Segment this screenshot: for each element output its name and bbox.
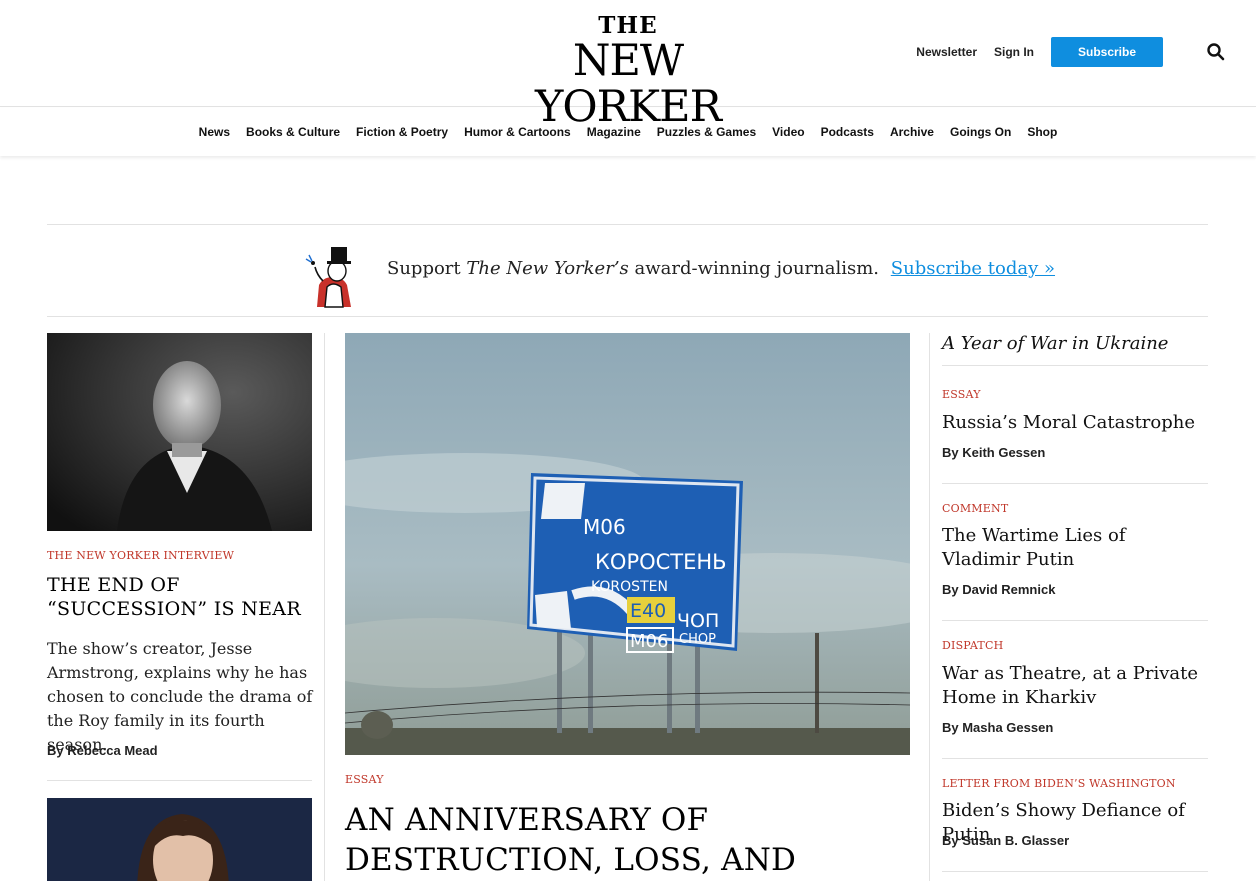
nav-books-culture[interactable]: Books & Culture (246, 125, 340, 139)
subscription-promo: Support The New Yorker’s award-winning j… (47, 224, 1208, 317)
svg-text:CHOP: CHOP (679, 632, 716, 647)
nav-podcasts[interactable]: Podcasts (821, 125, 874, 139)
promo-text: Support The New Yorker’s award-winning j… (387, 258, 1055, 279)
nav-video[interactable]: Video (772, 125, 804, 139)
site-header: THE NEW YORKER Newsletter Sign In Subscr… (0, 0, 1256, 130)
subscribe-today-link[interactable]: Subscribe today » (891, 258, 1055, 279)
header-links: Newsletter Sign In Subscribe (916, 37, 1163, 67)
divider (942, 365, 1208, 366)
divider (942, 483, 1208, 484)
svg-text:М06: М06 (583, 515, 626, 539)
newsletter-link[interactable]: Newsletter (916, 45, 977, 59)
jesse-armstrong-photo[interactable] (47, 333, 312, 531)
nav-goings-on[interactable]: Goings On (950, 125, 1011, 139)
divider (47, 780, 312, 781)
story-headline[interactable]: War as Theatre, at a Private Home in Kha… (942, 662, 1208, 710)
nav-shop[interactable]: Shop (1027, 125, 1057, 139)
story-byline[interactable]: By Keith Gessen (942, 445, 1045, 460)
subscribe-button[interactable]: Subscribe (1051, 37, 1163, 67)
main-nav: News Books & Culture Fiction & Poetry Hu… (0, 108, 1256, 156)
story-headline[interactable]: The End of “Succession” Is Near (47, 573, 312, 621)
story-dek: The show’s creator, Jesse Armstrong, exp… (47, 639, 313, 754)
story-rubric[interactable]: Comment (942, 502, 1008, 515)
column-divider (929, 333, 930, 881)
nav-puzzles-games[interactable]: Puzzles & Games (657, 125, 756, 139)
promo-publication: The New Yorker’s (466, 258, 629, 279)
woman-portrait-photo[interactable] (47, 798, 312, 881)
story-byline[interactable]: By David Remnick (942, 582, 1055, 597)
feature-rubric[interactable]: Essay (345, 773, 384, 786)
divider (942, 620, 1208, 621)
nav-news[interactable]: News (199, 125, 230, 139)
divider (942, 871, 1208, 872)
nav-magazine[interactable]: Magazine (587, 125, 641, 139)
nav-archive[interactable]: Archive (890, 125, 934, 139)
story-headline[interactable]: The Wartime Lies of Vladimir Putin (942, 524, 1208, 572)
story-rubric[interactable]: Letter from Biden’s Washington (942, 777, 1176, 790)
ukraine-road-sign-photo[interactable]: М06 КОРОСТЕНЬ KOROSTEN E40 ЧОП CHOP М06 (345, 333, 910, 755)
story-rubric[interactable]: Essay (942, 388, 981, 401)
svg-text:КОРОСТЕНЬ: КОРОСТЕНЬ (595, 550, 727, 574)
story-byline[interactable]: By Susan B. Glasser (942, 833, 1069, 848)
nav-humor-cartoons[interactable]: Humor & Cartoons (464, 125, 571, 139)
story-headline[interactable]: Russia’s Moral Catastrophe (942, 411, 1208, 435)
story-byline[interactable]: By Masha Gessen (942, 720, 1053, 735)
eustace-tilley-illustration (305, 247, 351, 308)
promo-rest: award-winning journalism. (634, 258, 880, 279)
sign-in-link[interactable]: Sign In (994, 45, 1034, 59)
story-rubric[interactable]: Dispatch (942, 639, 1003, 652)
svg-text:ЧОП: ЧОП (677, 610, 719, 632)
story-byline[interactable]: By Rebecca Mead (47, 743, 158, 758)
section-title[interactable]: A Year of War in Ukraine (942, 333, 1168, 354)
divider (942, 758, 1208, 759)
promo-support: Support (387, 258, 461, 279)
column-divider (324, 333, 325, 881)
feature-headline[interactable]: An Anniversary of Destruction, Loss, and… (345, 800, 915, 881)
nav-fiction-poetry[interactable]: Fiction & Poetry (356, 125, 448, 139)
svg-text:М06: М06 (630, 631, 668, 652)
story-rubric[interactable]: The New Yorker Interview (47, 549, 234, 562)
svg-text:E40: E40 (630, 600, 666, 622)
logo-the: THE (598, 12, 658, 39)
svg-text:KOROSTEN: KOROSTEN (591, 579, 668, 595)
search-icon[interactable] (1206, 42, 1226, 62)
